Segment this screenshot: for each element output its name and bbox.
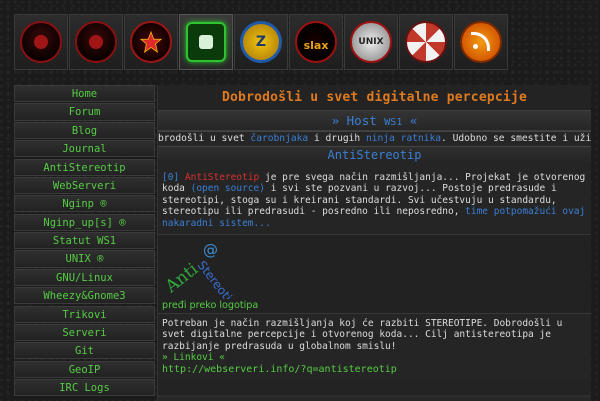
post-link-antistereotip[interactable]: AntiStereotip (185, 172, 259, 183)
host-heading: » Host WS1 « (158, 110, 591, 131)
summary-text: Potreban je način razmišljanja koj će ra… (162, 318, 563, 352)
sidebar-item-unix[interactable]: UNIX ® (14, 250, 155, 268)
umbrella-icon (405, 21, 447, 63)
antistereotip-summary: Potreban je način razmišljanja koj će ra… (158, 313, 591, 380)
marquee-link-carobnjaka[interactable]: čarobnjaka (250, 133, 308, 144)
red-star-icon (130, 21, 172, 63)
bottom-section-bar (158, 395, 591, 401)
main-content: Dobrodošli u svet digitalne percepcije »… (157, 85, 591, 401)
icon-link-9[interactable] (454, 14, 508, 70)
antistereotip-link[interactable]: http://webserveri.info/?q=antistereotip (162, 364, 587, 375)
sidebar-item-trikovi[interactable]: Trikovi (14, 305, 155, 323)
sidebar-item-geoip[interactable]: GeoIP (14, 360, 155, 378)
post-index: [0] (162, 172, 180, 183)
antistereotip-logo[interactable]: Anti @ Stereotip (163, 241, 253, 299)
sidebar-item-git[interactable]: Git (14, 342, 155, 360)
slax-icon: slax (295, 21, 337, 63)
sidebar-item-serveri[interactable]: Serveri (14, 323, 155, 342)
sidebar-item-blog[interactable]: Blog (14, 121, 155, 139)
marquee-link-ninja[interactable]: ninja ratnika (366, 133, 441, 144)
icon-link-4[interactable] (179, 14, 233, 70)
icon-link-7[interactable]: UNIX (344, 14, 398, 70)
marquee-text-1: brodošli u svet (158, 133, 251, 144)
yellow-globe-icon: Z (240, 21, 282, 63)
antistereotip-post: [0] AntiStereotip je pre svega način raz… (158, 164, 591, 236)
sidebar-item-wheezy-gnome3[interactable]: Wheezy&Gnome3 (14, 287, 155, 305)
sidebar-item-gnu-linux[interactable]: GNU/Linux (14, 268, 155, 286)
icon-link-1[interactable] (14, 14, 68, 70)
red-ring-icon (20, 21, 62, 63)
icon-link-3[interactable] (124, 14, 178, 70)
sidebar-item-irc-logs[interactable]: IRC Logs (14, 379, 155, 397)
red-ring-icon-2 (75, 21, 117, 63)
host-name: WS1 (384, 117, 403, 128)
svg-text:@: @ (203, 241, 218, 259)
host-suffix: « (402, 113, 418, 128)
svg-text:Stereotip: Stereotip (195, 258, 240, 299)
logo-caption: pređi preko logotipa (162, 300, 259, 312)
sidebar-item-nginp-ups[interactable]: Nginp_up[s] ® (14, 213, 155, 231)
icon-link-5[interactable]: Z (234, 14, 288, 70)
sidebar-item-forum[interactable]: Forum (14, 103, 155, 121)
rss-icon (460, 21, 502, 63)
marquee-text-5: . Udobno se smestite i uživaj (441, 133, 591, 144)
sidebar-item-nginp[interactable]: Nginp ® (14, 195, 155, 213)
sidebar-nav: Home Forum Blog Journal AntiStereotip We… (14, 85, 155, 397)
sidebar-item-antistereotip[interactable]: AntiStereotip (14, 158, 155, 176)
marquee-text-3: i drugih (308, 133, 366, 144)
logo-area: Anti @ Stereotip pređi preko logotipa (158, 235, 591, 314)
sidebar-item-journal[interactable]: Journal (14, 140, 155, 158)
post-open-source: (open source) (190, 183, 265, 195)
antistereotip-heading: AntiStereotip (158, 147, 591, 164)
welcome-marquee: brodošli u svet čarobnjaka i drugih ninj… (158, 131, 591, 147)
sidebar-item-statut-ws1[interactable]: Statut WS1 (14, 232, 155, 250)
unix-icon: UNIX (350, 21, 392, 63)
site-title: Dobrodošli u svet digitalne percepcije (221, 90, 527, 105)
icon-link-8[interactable] (399, 14, 453, 70)
host-prefix: » Host (331, 113, 385, 128)
links-label: » Linkovi « (162, 352, 225, 364)
sidebar-item-home[interactable]: Home (14, 85, 155, 103)
green-app-icon (186, 22, 226, 62)
icon-link-2[interactable] (69, 14, 123, 70)
icon-link-6[interactable]: slax (289, 14, 343, 70)
top-icon-bar: Z slax UNIX (14, 14, 510, 70)
sidebar-item-webserveri[interactable]: WebServeri (14, 176, 155, 195)
